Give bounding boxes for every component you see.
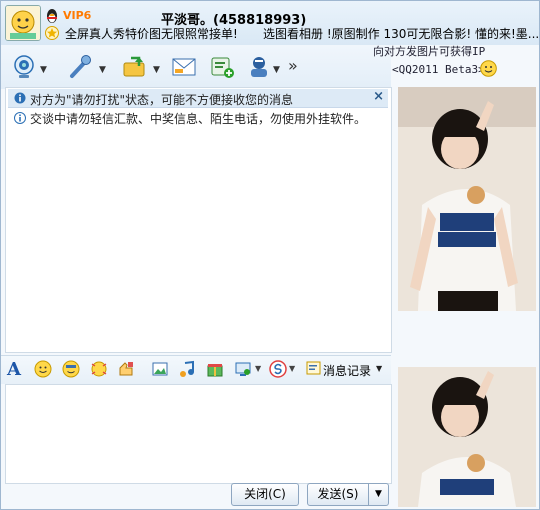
info-icon	[14, 92, 26, 104]
soso-icon[interactable]	[269, 360, 287, 378]
message-input[interactable]	[5, 384, 392, 484]
avatar[interactable]	[5, 5, 41, 41]
smile-icon	[480, 60, 497, 77]
chat-window: VIP6 平淡哥。(458818993) 全屏真人秀特价图无限照常接单! 选图看…	[0, 0, 540, 510]
contact-signature-extra: 选图看相册 !原图制作 130可无限合影! 懂的来!墨...	[263, 27, 540, 41]
music-icon[interactable]	[178, 360, 196, 378]
contact-show-photo	[398, 87, 536, 311]
font-button[interactable]: A	[7, 359, 21, 380]
history-dropdown[interactable]: ▼	[376, 364, 382, 373]
voice-call-icon[interactable]	[67, 54, 93, 80]
remote-assist-icon[interactable]	[246, 54, 272, 80]
contact-show-photo-2	[398, 367, 536, 507]
message-history[interactable]: 对方为"请勿打扰"状态，可能不方便接收您的消息 × 交谈中请勿轻信汇款、中奖信息…	[5, 87, 392, 353]
qq-penguin-icon	[47, 9, 57, 23]
dnd-notice-text: 对方为"请勿打扰"状态，可能不方便接收您的消息	[30, 93, 294, 107]
history-icon	[306, 361, 321, 375]
send-button-bar: 关闭(C) 发送(S) ▼	[1, 483, 391, 509]
safety-notice: 交谈中请勿轻信汇款、中奖信息、陌生电话，勿使用外挂软件。	[8, 109, 388, 127]
client-version-text: <QQ2011 Beta3>	[392, 63, 485, 76]
screen-share-dropdown[interactable]: ▼	[255, 364, 261, 373]
vip-badge: VIP6	[63, 9, 92, 22]
safety-notice-text: 交谈中请勿轻信汇款、中奖信息、陌生电话，勿使用外挂软件。	[30, 112, 367, 126]
screen-share-icon[interactable]	[234, 360, 252, 378]
gift-hand-icon[interactable]	[117, 360, 135, 378]
send-file-dropdown[interactable]: ▼	[153, 65, 160, 75]
send-file-icon[interactable]	[121, 54, 147, 80]
send-email-icon[interactable]	[171, 54, 197, 80]
contact-signature: 全屏真人秀特价图无限照常接单!	[65, 27, 238, 41]
create-group-icon[interactable]	[209, 54, 235, 80]
chat-header: VIP6 平淡哥。(458818993) 全屏真人秀特价图无限照常接单! 选图看…	[1, 1, 539, 45]
send-button[interactable]: 发送(S)	[307, 483, 369, 506]
gift-icon[interactable]	[206, 360, 224, 378]
toolbar: ▼ ▼ ▼ ▼ »	[1, 45, 391, 89]
message-history-button[interactable]: 消息记录	[323, 362, 371, 379]
input-toolbar: A ▼ ▼ 消息记录 ▼	[1, 355, 391, 384]
close-button[interactable]: 关闭(C)	[231, 483, 299, 506]
shake-window-icon[interactable]	[90, 360, 108, 378]
remote-assist-dropdown[interactable]: ▼	[273, 65, 280, 75]
ip-hint-text: 向对方发图片可获得IP	[373, 45, 486, 58]
close-notice-button[interactable]: ×	[373, 89, 384, 104]
send-options-button[interactable]: ▼	[368, 483, 389, 506]
voice-call-dropdown[interactable]: ▼	[99, 65, 106, 75]
screenshot-icon[interactable]	[151, 360, 169, 378]
video-call-dropdown[interactable]: ▼	[40, 65, 47, 75]
more-tools-button[interactable]: »	[288, 56, 298, 75]
emoticon-icon[interactable]	[34, 360, 52, 378]
dnd-notice-bar: 对方为"请勿打扰"状态，可能不方便接收您的消息 ×	[8, 89, 388, 108]
soso-dropdown[interactable]: ▼	[289, 364, 295, 373]
video-call-icon[interactable]	[11, 54, 37, 80]
info-icon	[14, 112, 26, 124]
star-icon	[45, 26, 59, 40]
magic-emoticon-icon[interactable]	[62, 360, 80, 378]
